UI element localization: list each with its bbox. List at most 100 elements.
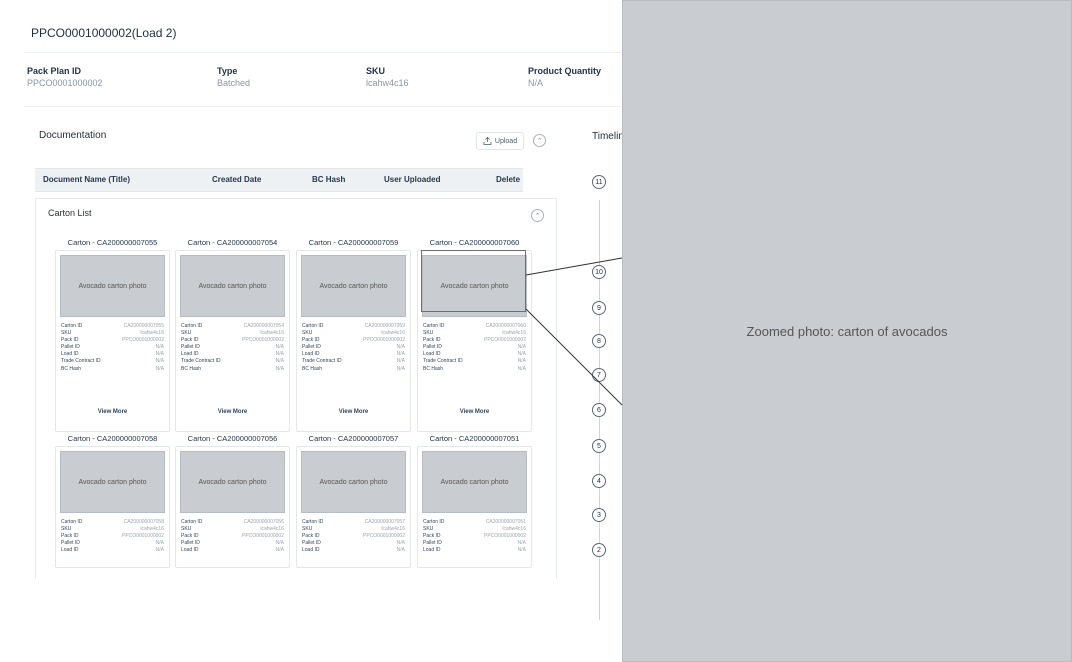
- timeline-node[interactable]: 5: [592, 439, 606, 453]
- column-header[interactable]: Document Name (Title): [43, 175, 130, 184]
- carton-card[interactable]: Carton - CA200000007057 Avocado carton ph…: [296, 434, 411, 568]
- carton-field-row: Carton ID CA200000007051: [423, 519, 526, 526]
- column-header[interactable]: Delete: [496, 175, 520, 184]
- carton-field-label: Trade Contract ID: [181, 358, 221, 365]
- carton-field-label: Load ID: [61, 351, 79, 358]
- chevron-up-icon: ⌃: [534, 212, 541, 220]
- timeline-node[interactable]: 3: [592, 508, 606, 522]
- carton-field-label: Load ID: [423, 351, 441, 358]
- carton-card[interactable]: Carton - CA200000007058 Avocado carton ph…: [55, 434, 170, 568]
- carton-field-value: PPCO0001000002: [122, 337, 164, 344]
- carton-field-label: Trade Contract ID: [423, 358, 463, 365]
- carton-photo[interactable]: Avocado carton photo: [60, 451, 165, 513]
- carton-field-value: N/A: [275, 358, 284, 365]
- carton-card[interactable]: Carton - CA200000007055 Avocado carton ph…: [55, 238, 170, 432]
- chevron-up-icon: ⌃: [536, 137, 543, 145]
- carton-field-value: N/A: [155, 547, 164, 554]
- carton-photo-label: Avocado carton photo: [78, 282, 147, 290]
- carton-field-label: SKU: [423, 526, 434, 533]
- carton-field-row: Pack ID PPCO0001000002: [423, 337, 526, 344]
- meta-type: Type Batched: [217, 66, 250, 88]
- carton-field-label: BC Hash: [181, 365, 202, 372]
- meta-label: Pack Plan ID: [27, 66, 82, 76]
- carton-field-label: Carton ID: [61, 519, 83, 525]
- carton-field-row: Pack ID PPCO0001000002: [302, 337, 405, 344]
- carton-field-value: lcahw4c16: [260, 330, 284, 337]
- carton-photo-label: Avocado carton photo: [319, 478, 388, 486]
- carton-photo-label: Avocado carton photo: [198, 282, 267, 290]
- carton-field-value: N/A: [396, 547, 405, 554]
- carton-field-value: N/A: [155, 344, 164, 351]
- carton-field-label: SKU: [181, 330, 192, 337]
- carton-fields: Carton ID CA200000007060 SKU lcahw4c16 Pack …: [423, 323, 526, 373]
- carton-field-label: Pack ID: [423, 533, 441, 540]
- carton-photo[interactable]: Avocado carton photo: [301, 451, 406, 513]
- carton-list-title: Carton List: [48, 208, 92, 218]
- carton-field-row: SKU lcahw4c16: [61, 526, 164, 533]
- collapse-carton-list-button[interactable]: ⌃: [531, 209, 544, 222]
- timeline-node[interactable]: 4: [592, 474, 606, 488]
- carton-field-value: CA200000007058: [123, 519, 164, 525]
- carton-field-value: lcahw4c16: [140, 526, 164, 533]
- carton-field-value: CA200000007059: [364, 323, 405, 329]
- carton-field-label: Pallet ID: [181, 344, 200, 351]
- carton-field-label: Carton ID: [302, 323, 324, 329]
- carton-field-value: PPCO0001000002: [122, 533, 164, 540]
- carton-field-label: Load ID: [61, 547, 79, 554]
- carton-photo[interactable]: Avocado carton photo: [301, 255, 406, 317]
- meta-sku: SKU lcahw4c16: [366, 66, 409, 88]
- carton-field-value: CA200000007056: [243, 519, 284, 525]
- carton-photo[interactable]: Avocado carton photo: [180, 451, 285, 513]
- carton-field-label: Pack ID: [302, 533, 320, 540]
- carton-field-row: Pack ID PPCO0001000002: [423, 533, 526, 540]
- view-more-link[interactable]: View More: [176, 409, 289, 415]
- carton-card-title: Carton - CA200000007056: [187, 434, 278, 443]
- carton-field-value: PPCO0001000002: [363, 533, 405, 540]
- carton-field-label: Load ID: [181, 547, 199, 554]
- carton-fields: Carton ID CA200000007054 SKU lcahw4c16 Pack …: [181, 323, 284, 373]
- zoomed-carton-photo: Zoomed photo: carton of avocados: [622, 0, 1072, 662]
- carton-field-label: BC Hash: [423, 365, 444, 372]
- carton-photo-label: Avocado carton photo: [78, 478, 147, 486]
- column-header[interactable]: Created Date: [212, 175, 261, 184]
- carton-field-row: Load ID N/A: [302, 547, 405, 554]
- carton-card[interactable]: Carton - CA200000007056 Avocado carton ph…: [175, 434, 290, 568]
- carton-field-value: N/A: [396, 365, 405, 372]
- carton-field-value: N/A: [396, 540, 405, 547]
- carton-card[interactable]: Carton - CA200000007054 Avocado carton ph…: [175, 238, 290, 432]
- carton-card[interactable]: Carton - CA200000007051 Avocado carton ph…: [417, 434, 532, 568]
- meta-value: lcahw4c16: [366, 78, 409, 88]
- timeline-node[interactable]: 2: [592, 543, 606, 557]
- carton-field-value: N/A: [155, 365, 164, 372]
- column-header[interactable]: BC Hash: [312, 175, 345, 184]
- view-more-link[interactable]: View More: [297, 409, 410, 415]
- view-more-link[interactable]: View More: [418, 409, 531, 415]
- carton-card-title: Carton - CA200000007057: [308, 434, 399, 443]
- carton-field-value: lcahw4c16: [140, 330, 164, 337]
- collapse-documentation-button[interactable]: ⌃: [533, 134, 546, 147]
- carton-field-value: PPCO0001000002: [242, 337, 284, 344]
- carton-photo[interactable]: Avocado carton photo: [180, 255, 285, 317]
- carton-field-row: Pack ID PPCO0001000002: [181, 533, 284, 540]
- carton-field-value: N/A: [396, 358, 405, 365]
- carton-field-label: Pallet ID: [302, 540, 321, 547]
- carton-field-label: Load ID: [302, 351, 320, 358]
- carton-field-row: Trade Contract ID N/A: [423, 358, 526, 365]
- section-divider: [24, 106, 624, 107]
- timeline-node[interactable]: 11: [592, 175, 606, 189]
- column-header[interactable]: User Uploaded: [384, 175, 440, 184]
- carton-field-value: N/A: [155, 351, 164, 358]
- view-more-link[interactable]: View More: [56, 409, 169, 415]
- carton-field-row: Load ID N/A: [302, 351, 405, 358]
- carton-field-value: CA200000007057: [364, 519, 405, 525]
- upload-icon: [483, 137, 492, 145]
- carton-field-label: Pallet ID: [61, 540, 80, 547]
- carton-field-row: SKU lcahw4c16: [423, 330, 526, 337]
- carton-field-value: N/A: [275, 547, 284, 554]
- carton-field-row: Trade Contract ID N/A: [181, 358, 284, 365]
- carton-card[interactable]: Carton - CA200000007059 Avocado carton ph…: [296, 238, 411, 432]
- carton-fields: Carton ID CA200000007056 SKU lcahw4c16 Pack …: [181, 519, 284, 554]
- upload-button[interactable]: Upload: [476, 132, 524, 150]
- carton-photo[interactable]: Avocado carton photo: [60, 255, 165, 317]
- carton-photo[interactable]: Avocado carton photo: [422, 451, 527, 513]
